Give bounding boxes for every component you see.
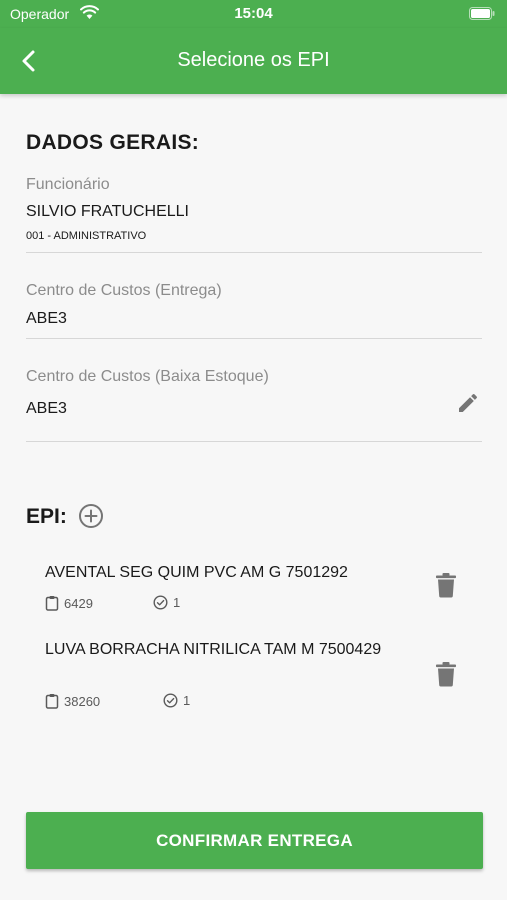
epi-item-quantity-value: 1: [173, 595, 181, 610]
epi-item-code-value: 38260: [64, 693, 101, 709]
battery-icon: [469, 7, 495, 25]
employee-department: 001 - ADMINISTRATIVO: [26, 230, 147, 242]
clipboard-icon: [45, 694, 59, 709]
epi-item-quantity-value: 1: [183, 693, 191, 708]
epi-item-code-value: 6429: [64, 595, 93, 611]
check-circle-icon: [163, 693, 178, 708]
clock: 15:04: [234, 5, 273, 22]
trash-icon: [436, 662, 456, 687]
delete-epi-button[interactable]: [435, 661, 457, 687]
page-title: Selecione os EPI: [177, 49, 330, 71]
pencil-icon: [459, 393, 478, 412]
epi-section-title: EPI:: [26, 505, 67, 528]
employee-name: SILVIO FRATUCHELLI: [26, 203, 189, 220]
epi-item-quantity: 1: [153, 595, 180, 610]
epi-list-item[interactable]: AVENTAL SEG QUIM PVC AM G 7501292 6429 1: [45, 562, 485, 618]
delete-epi-button[interactable]: [435, 572, 457, 598]
add-circle-icon: [79, 504, 103, 528]
edit-button[interactable]: [456, 391, 480, 415]
epi-list-item[interactable]: LUVA BORRACHA NITRILICA TAM M 7500429 38…: [45, 639, 485, 715]
epi-item-quantity: 1: [163, 693, 190, 708]
epi-item-code: 38260: [45, 693, 100, 709]
confirm-delivery-button[interactable]: CONFIRMAR ENTREGA: [26, 812, 483, 869]
status-bar: Operador 15:04: [0, 0, 507, 28]
cost-center-delivery-value: ABE3: [26, 310, 67, 327]
cost-center-stock-label: Centro de Custos (Baixa Estoque): [26, 368, 269, 385]
general-section-title: DADOS GERAIS:: [26, 131, 200, 154]
epi-item-name: AVENTAL SEG QUIM PVC AM G 7501292: [45, 564, 348, 581]
app-bar: Selecione os EPI: [0, 28, 507, 94]
epi-item-code: 6429: [45, 595, 93, 611]
clipboard-icon: [45, 596, 59, 611]
cost-center-delivery-field[interactable]: Centro de Custos (Entrega) ABE3: [26, 279, 482, 339]
cost-center-delivery-label: Centro de Custos (Entrega): [26, 282, 222, 299]
check-circle-icon: [153, 595, 168, 610]
cost-center-stock-value: ABE3: [26, 400, 67, 417]
trash-icon: [436, 573, 456, 598]
cost-center-stock-field[interactable]: Centro de Custos (Baixa Estoque) ABE3: [26, 364, 482, 442]
add-epi-button[interactable]: [78, 503, 104, 529]
epi-item-name: LUVA BORRACHA NITRILICA TAM M 7500429: [45, 641, 382, 658]
employee-field: Funcionário SILVIO FRATUCHELLI 001 - ADM…: [26, 172, 482, 253]
employee-label: Funcionário: [26, 176, 110, 193]
